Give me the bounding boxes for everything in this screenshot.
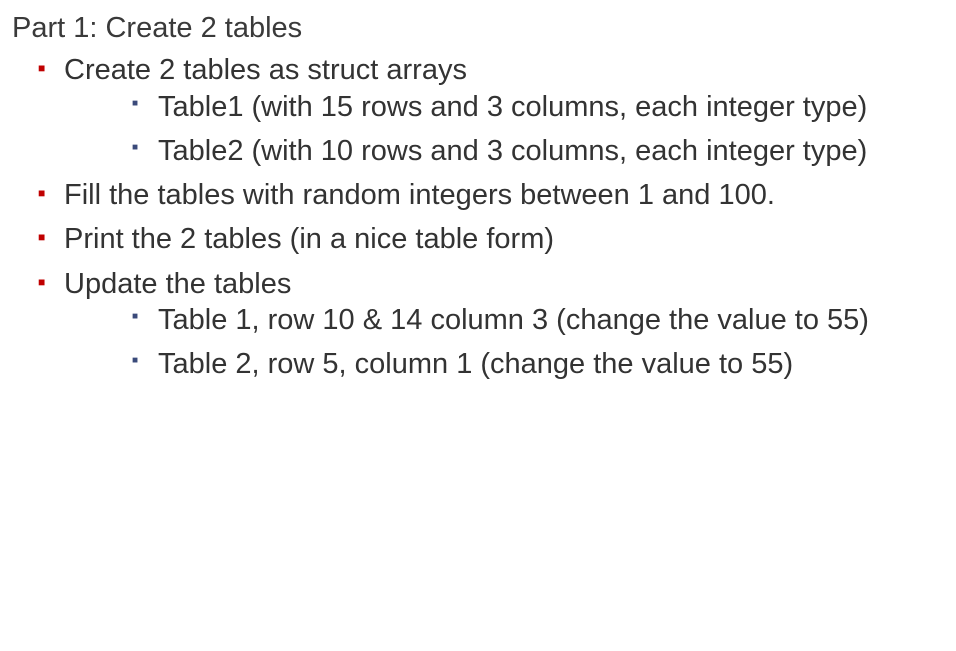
item-text: Update the tables xyxy=(64,268,291,300)
list-item: Update the tables Table 1, row 10 & 14 c… xyxy=(38,266,938,383)
main-list: Create 2 tables as struct arrays Table1 … xyxy=(18,52,938,382)
item-text: Table1 (with 15 rows and 3 columns, each… xyxy=(158,91,867,123)
list-item: Fill the tables with random integers bet… xyxy=(38,177,938,213)
item-text: Table 1, row 10 & 14 column 3 (change th… xyxy=(158,304,869,336)
sub-list: Table1 (with 15 rows and 3 columns, each… xyxy=(64,89,938,170)
item-text: Print the 2 tables (in a nice table form… xyxy=(64,223,554,255)
page-title: Part 1: Create 2 tables xyxy=(12,10,938,46)
list-item: Table1 (with 15 rows and 3 columns, each… xyxy=(132,89,938,125)
list-item: Table2 (with 10 rows and 3 columns, each… xyxy=(132,133,938,169)
list-item: Create 2 tables as struct arrays Table1 … xyxy=(38,52,938,169)
list-item: Print the 2 tables (in a nice table form… xyxy=(38,221,938,257)
sub-list: Table 1, row 10 & 14 column 3 (change th… xyxy=(64,302,938,383)
item-text: Table 2, row 5, column 1 (change the val… xyxy=(158,348,793,380)
item-text: Table2 (with 10 rows and 3 columns, each… xyxy=(158,135,867,167)
list-item: Table 1, row 10 & 14 column 3 (change th… xyxy=(132,302,938,338)
item-text: Create 2 tables as struct arrays xyxy=(64,54,467,86)
item-text: Fill the tables with random integers bet… xyxy=(64,179,775,211)
list-item: Table 2, row 5, column 1 (change the val… xyxy=(132,346,938,382)
